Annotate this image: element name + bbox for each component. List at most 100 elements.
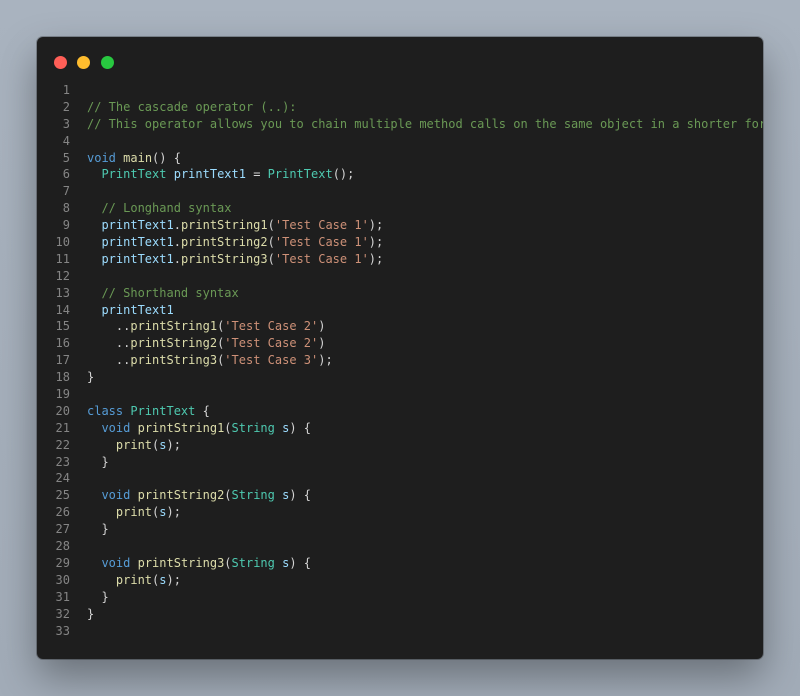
code-token-func: printString2 — [137, 488, 225, 503]
line-number: 15 — [55, 319, 70, 334]
code-token-plain: ); — [318, 353, 333, 368]
code-line[interactable]: 28 — [37, 538, 763, 555]
code-line[interactable]: 10 printText1.printString2('Test Case 1'… — [37, 234, 763, 251]
code-line[interactable]: 25 void printString2(String s) { — [37, 487, 763, 504]
code-token-keyword: void — [87, 150, 116, 165]
code-line[interactable]: 11 printText1.printString3('Test Case 1'… — [37, 251, 763, 268]
code-token-func: printString1 — [137, 420, 225, 435]
code-line[interactable]: 1 — [37, 82, 763, 99]
code-line[interactable]: 26 print(s); — [37, 504, 763, 521]
line-number: 18 — [55, 370, 70, 385]
line-number: 3 — [62, 116, 70, 131]
code-line[interactable]: 22 print(s); — [37, 437, 763, 454]
code-token-type: PrintText — [267, 167, 333, 182]
code-line[interactable]: 13 // Shorthand syntax — [37, 285, 763, 302]
code-token-type: PrintText — [130, 403, 196, 418]
code-token-string: 'Test Case 1' — [274, 235, 369, 250]
line-number: 10 — [55, 235, 70, 250]
code-token-string: 'Test Case 3' — [224, 353, 319, 368]
line-source: printText1.printString1('Test Case 1'); — [87, 217, 383, 234]
code-line[interactable]: 12 — [37, 268, 763, 285]
code-line[interactable]: 20 class PrintText { — [37, 403, 763, 420]
code-token-keyword: class — [87, 403, 124, 418]
maximize-window-button[interactable] — [101, 56, 114, 69]
code-line[interactable]: 23 } — [37, 454, 763, 471]
code-token-type: String — [231, 555, 275, 570]
line-source: } — [87, 589, 108, 606]
code-token-keyword: void — [101, 420, 131, 435]
code-line[interactable]: 16 ..printString2('Test Case 2') — [37, 335, 763, 352]
code-token-plain: ) — [318, 319, 326, 334]
code-line[interactable]: 2 // The cascade operator (..): — [37, 99, 763, 116]
code-token-comment: // The cascade operator (..): — [87, 99, 297, 114]
line-number: 9 — [62, 218, 70, 233]
code-token-func: printString3 — [180, 251, 268, 266]
code-token-func: printString2 — [180, 235, 268, 250]
code-line[interactable]: 17 ..printString3('Test Case 3'); — [37, 352, 763, 369]
code-token-keyword: void — [101, 555, 131, 570]
line-number: 19 — [55, 387, 70, 402]
code-line[interactable]: 5 void main() { — [37, 150, 763, 167]
line-number: 14 — [55, 302, 70, 317]
code-line[interactable]: 15 ..printString1('Test Case 2') — [37, 318, 763, 335]
code-line[interactable]: 27 } — [37, 521, 763, 538]
line-source: void main() { — [87, 150, 181, 167]
code-line[interactable]: 29 void printString3(String s) { — [37, 555, 763, 572]
code-line[interactable]: 14 printText1 — [37, 302, 763, 319]
line-number: 24 — [55, 471, 70, 486]
code-line[interactable]: 3 // This operator allows you to chain mu… — [37, 116, 763, 133]
code-line[interactable]: 6 PrintText printText1 = PrintText(); — [37, 166, 763, 183]
code-token-comment: // Shorthand syntax — [101, 285, 239, 300]
close-window-button[interactable] — [54, 56, 67, 69]
line-source: // This operator allows you to chain mul… — [87, 116, 763, 133]
code-token-comment: // This operator allows you to chain mul… — [87, 116, 763, 131]
code-editor[interactable]: 1 2// The cascade operator (..): 3// This … — [37, 82, 763, 639]
code-line[interactable]: 24 — [37, 470, 763, 487]
code-token-func: printString2 — [130, 336, 218, 351]
code-token-func: printString1 — [180, 218, 268, 233]
code-token-keyword: void — [101, 488, 131, 503]
line-number: 33 — [55, 623, 70, 638]
code-token-string: 'Test Case 2' — [224, 319, 319, 334]
line-source: printText1.printString3('Test Case 1'); — [87, 251, 383, 268]
code-token-plain: ); — [166, 437, 181, 452]
code-line[interactable]: 8 // Longhand syntax — [37, 200, 763, 217]
line-number: 31 — [55, 589, 70, 604]
code-line[interactable]: 7 — [37, 183, 763, 200]
code-line[interactable]: 21 void printString1(String s) { — [37, 420, 763, 437]
code-line[interactable]: 31 } — [37, 589, 763, 606]
code-line[interactable]: 32} — [37, 606, 763, 623]
code-token-plain: . — [173, 218, 181, 233]
line-source: } — [87, 606, 94, 623]
line-source: ..printString1('Test Case 2') — [87, 318, 326, 335]
line-number: 25 — [55, 488, 70, 503]
code-token-plain: ) { — [289, 555, 312, 570]
code-line[interactable]: 30 print(s); — [37, 572, 763, 589]
code-token-plain: } — [87, 454, 109, 469]
code-token-plain: ( — [267, 251, 275, 266]
code-line[interactable]: 18} — [37, 369, 763, 386]
code-line[interactable]: 19 — [37, 386, 763, 403]
code-token-func: main — [123, 150, 153, 165]
code-line[interactable]: 4 — [37, 133, 763, 150]
code-line[interactable]: 9 printText1.printString1('Test Case 1')… — [37, 217, 763, 234]
code-token-plain: ( — [224, 488, 232, 503]
minimize-window-button[interactable] — [77, 56, 90, 69]
line-source: printText1 — [87, 302, 173, 319]
code-token-plain: . — [173, 251, 181, 266]
code-line[interactable]: 33 — [37, 623, 763, 640]
code-token-comment: // Longhand syntax — [101, 201, 232, 216]
code-token-string: 'Test Case 1' — [274, 218, 369, 233]
line-source: ..printString2('Test Case 2') — [87, 335, 326, 352]
